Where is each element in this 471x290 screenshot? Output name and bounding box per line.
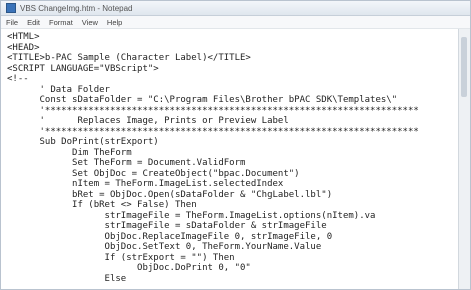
menu-edit[interactable]: Edit [27, 18, 40, 27]
code-line: bRet = ObjDoc.Open(sDataFolder & "ChgLab… [7, 189, 333, 200]
window-title: VBS ChangeImg.htm - Notepad [20, 3, 133, 13]
code-line: <TITLE>b-PAC Sample (Character Label)</T… [7, 53, 251, 63]
code-line: Sub DoPrint(strExport) [7, 137, 159, 147]
scrollbar-thumb[interactable] [461, 37, 467, 97]
code-line: <HTML> [7, 32, 40, 42]
notepad-window: VBS ChangeImg.htm - Notepad File Edit Fo… [0, 0, 471, 290]
code-line: ' Replaces Image, Prints or Preview Labe… [7, 116, 289, 126]
code-editor[interactable]: <HTML> <HEAD> <TITLE>b-PAC Sample (Chara… [1, 29, 458, 289]
code-line: ObjDoc.ReplaceImageFile 0, strImageFile,… [7, 231, 333, 242]
title-bar: VBS ChangeImg.htm - Notepad [1, 1, 470, 16]
code-line: strImageFile = sDataFolder & strImageFil… [7, 221, 327, 231]
code-line: <HEAD> [7, 42, 40, 53]
code-line: <!-- [7, 74, 29, 84]
code-line: '***************************************… [7, 105, 419, 116]
vertical-scrollbar[interactable] [458, 29, 470, 289]
notepad-app-icon [6, 3, 16, 13]
menu-bar: File Edit Format View Help [1, 16, 470, 29]
code-line: <SCRIPT LANGUAGE="VBScript"> [7, 63, 159, 74]
code-line: Set TheForm = Document.ValidForm [7, 158, 246, 168]
code-line: ObjDoc.SetText 0, TheForm.YourName.Value [7, 242, 322, 252]
code-line: ObjDoc.DoPrint 0, "0" [7, 263, 251, 273]
menu-help[interactable]: Help [107, 18, 122, 27]
code-line: nItem = TheForm.ImageList.selectedIndex [7, 179, 284, 189]
menu-view[interactable]: View [82, 18, 98, 27]
code-line: Const sDataFolder = "C:\Program Files\Br… [7, 95, 398, 105]
code-line: Dim TheForm [7, 147, 132, 158]
code-line: Set ObjDoc = CreateObject("bpac.Document… [7, 168, 300, 179]
code-line: Else [7, 273, 127, 284]
menu-format[interactable]: Format [49, 18, 73, 27]
code-line: strImageFile = TheForm.ImageList.options… [7, 210, 376, 221]
code-line: If (bRet <> False) Then [7, 200, 197, 210]
code-line: '***************************************… [7, 126, 419, 137]
menu-file[interactable]: File [6, 18, 18, 27]
code-line: If (strExport = "") Then [7, 252, 235, 263]
code-line: ' Data Folder [7, 84, 110, 95]
